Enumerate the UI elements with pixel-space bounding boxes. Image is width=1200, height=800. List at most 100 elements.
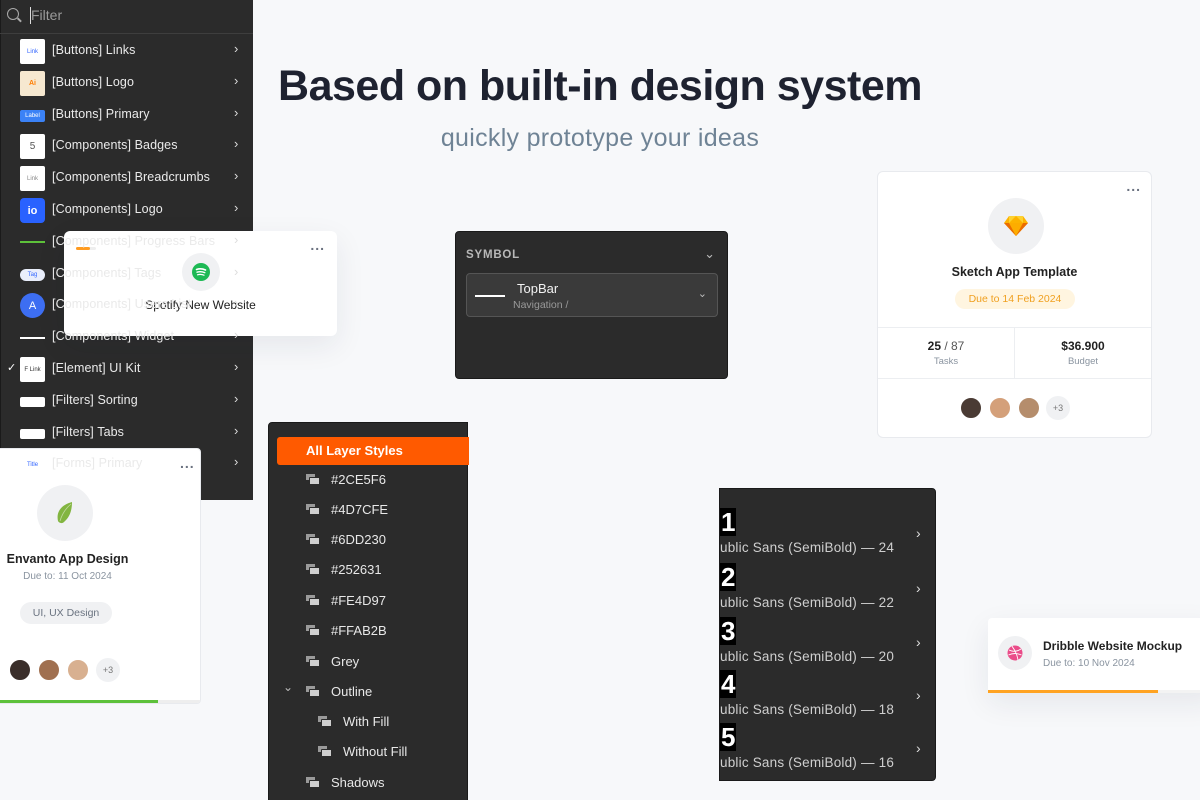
layer-style-item[interactable]: #2CE5F6 — [305, 464, 386, 494]
layer-style-icon — [305, 684, 321, 698]
sketch-project-card[interactable]: ... Sketch App Template Due to 14 Feb 20… — [877, 171, 1152, 438]
layer-style-item[interactable]: #4D7CFE — [305, 494, 388, 524]
layer-style-icon — [305, 532, 321, 546]
symbol-item-label: [Filters] Tabs — [52, 424, 125, 439]
text-style-item[interactable]: 5 ublic Sans (SemiBold) — 16 › — [720, 723, 937, 775]
text-style-item[interactable]: 2 ublic Sans (SemiBold) — 22 › — [720, 563, 937, 615]
layer-style-icon — [317, 714, 333, 728]
layer-style-icon — [305, 775, 321, 789]
symbol-list-item[interactable]: [Filters] Sorting › — [0, 386, 253, 417]
more-menu-button[interactable]: ... — [310, 237, 325, 253]
symbol-list-item[interactable]: A [Components] Users List › — [0, 290, 253, 321]
symbol-thumbnail: 5 — [20, 134, 45, 160]
chevron-down-icon: ⌄ — [697, 288, 707, 300]
symbol-list-item[interactable]: Link [Components] Breadcrumbs › — [0, 163, 253, 194]
avatar[interactable] — [1017, 396, 1041, 420]
envanto-project-card[interactable]: ... Envanto App Design Due to: 11 Oct 20… — [0, 448, 201, 704]
symbol-item-label: [Components] Progress Bars — [52, 233, 216, 248]
avatar[interactable] — [8, 658, 32, 682]
avatar[interactable] — [37, 658, 61, 682]
layer-style-label: Grey — [331, 653, 360, 669]
symbol-list-item[interactable]: [Filters] Tabs › — [0, 418, 253, 449]
layer-style-icon — [305, 623, 321, 637]
chevron-right-icon: › — [234, 359, 239, 374]
symbol-list-item[interactable]: Label [Buttons] Primary › — [0, 100, 253, 131]
symbol-select[interactable]: TopBar Navigation / ⌄ — [466, 273, 718, 317]
symbol-dropdown-list: Filter Link [Buttons] Links › Ai [Buttons] L… — [0, 0, 253, 500]
dribble-project-card[interactable]: Dribble Website Mockup Due to: 10 Nov 20… — [988, 618, 1200, 693]
layer-style-item[interactable]: #FE4D97 — [305, 585, 386, 615]
tasks-done: 25 — [927, 339, 941, 353]
due-date: Due to: 11 Oct 2024 — [23, 571, 112, 582]
layer-style-item[interactable]: #252631 — [305, 554, 382, 584]
selected-symbol-name: TopBar — [517, 281, 559, 296]
text-style-label: ublic Sans (SemiBold) — 16 — [720, 755, 895, 770]
symbol-thumbnail: Title — [20, 452, 45, 478]
chevron-right-icon: › — [916, 525, 921, 541]
symbol-list-item[interactable]: Link [Buttons] Links › — [0, 36, 253, 67]
symbol-list-item[interactable]: ✓ F Link [Element] UI Kit › — [0, 354, 253, 385]
project-title: Dribble Website Mockup — [1043, 639, 1183, 653]
symbol-list-item[interactable]: Title [Forms] Primary › — [0, 449, 253, 480]
symbol-item-label: [Components] Badges — [52, 138, 178, 153]
layer-style-item[interactable]: #FFAB2B — [305, 615, 387, 645]
symbol-item-label: [Components] Widget — [52, 329, 175, 344]
chevron-right-icon: › — [234, 72, 239, 88]
divider — [878, 378, 1151, 379]
more-members-badge[interactable]: +3 — [1046, 396, 1070, 420]
symbol-list-item[interactable]: [Components] Widget › — [0, 322, 253, 353]
text-style-item[interactable]: 4 ublic Sans (SemiBold) — 18 › — [720, 669, 937, 722]
symbol-list-item[interactable]: io [Components] Logo › — [0, 195, 253, 226]
layer-style-icon — [305, 654, 321, 668]
more-members-badge[interactable]: +3 — [96, 658, 120, 682]
chevron-down-icon[interactable]: ⌄ — [283, 680, 293, 694]
symbol-item-label: [Components] Tags — [52, 265, 162, 280]
chevron-down-icon[interactable]: ⌄ — [704, 246, 715, 262]
tasks-label: Tasks — [933, 356, 959, 367]
layer-style-item[interactable]: Shadows — [305, 767, 384, 797]
layer-style-icon — [305, 593, 321, 607]
symbol-item-label: [Components] Users List — [52, 297, 192, 312]
layer-style-item[interactable]: Without Fill — [317, 736, 407, 766]
filter-field[interactable]: Filter — [0, 0, 253, 34]
symbol-thumbnail — [20, 230, 45, 255]
layer-style-item[interactable]: #6DD230 — [305, 524, 386, 554]
symbol-list-item[interactable]: Ai [Buttons] Logo › — [0, 68, 253, 99]
symbol-panel: SYMBOL ⌄ TopBar Navigation / ⌄ — [455, 231, 728, 379]
layer-style-item[interactable]: Grey — [305, 646, 359, 676]
text-style-item[interactable]: 1 ublic Sans (SemiBold) — 24 › — [720, 508, 937, 560]
text-style-item[interactable]: 3 ublic Sans (SemiBold) — 20 › — [720, 617, 937, 669]
layer-style-item[interactable]: ⌄ Outline — [283, 676, 373, 706]
more-menu-button[interactable]: ... — [1126, 178, 1141, 194]
layer-style-icon — [305, 502, 321, 516]
symbol-list-item[interactable]: 5 [Components] Badges › — [0, 131, 253, 162]
chevron-right-icon: › — [234, 136, 239, 152]
search-icon — [7, 8, 19, 20]
heading-level-number: 4 — [720, 669, 737, 699]
category-tag: UI, UX Design — [20, 602, 112, 624]
chevron-right-icon: › — [234, 41, 239, 56]
layer-style-item[interactable]: With Fill — [317, 706, 389, 736]
layer-style-label: Outline — [331, 683, 373, 699]
symbol-thumbnail: io — [20, 198, 45, 223]
budget-label: Budget — [1067, 356, 1099, 367]
symbol-list-item[interactable]: Tag [Components] Tags › — [0, 259, 253, 290]
layer-style-all[interactable]: All Layer Styles — [277, 437, 469, 465]
symbol-list-item[interactable]: [Components] Progress Bars › — [0, 227, 253, 258]
symbol-thumbnail: Tag — [20, 268, 45, 281]
layer-style-label: #2CE5F6 — [331, 471, 386, 487]
layer-style-label: #FFAB2B — [331, 622, 387, 638]
layer-style-label: Shadows — [331, 774, 385, 790]
avatar[interactable] — [988, 396, 1012, 420]
sketch-diamond-icon — [988, 198, 1044, 254]
avatar[interactable] — [959, 396, 983, 420]
chevron-right-icon: › — [234, 168, 239, 184]
filter-input[interactable]: Filter — [31, 7, 62, 23]
avatar[interactable] — [66, 658, 90, 682]
symbol-header: SYMBOL — [466, 249, 520, 261]
symbol-item-label: [Components] Breadcrumbs — [52, 170, 211, 185]
progress-bar — [988, 690, 1200, 693]
symbol-thumbnail: Link — [20, 166, 45, 192]
layer-styles-panel: All Layer Styles #2CE5F6 #4D7CFE #6DD230 #2… — [268, 422, 469, 800]
chevron-right-icon: › — [234, 263, 239, 279]
